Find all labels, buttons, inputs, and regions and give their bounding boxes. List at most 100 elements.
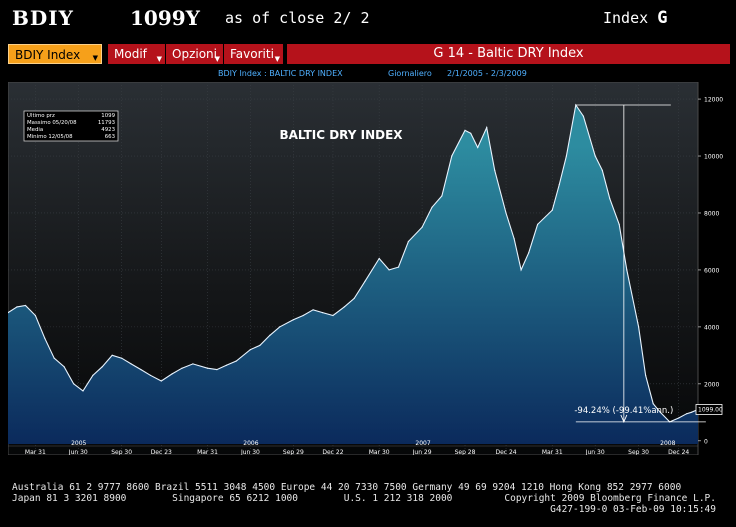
- x-tick-label: Mar 31: [542, 449, 563, 455]
- as-of-date: as of close 2/ 2: [225, 9, 370, 27]
- subtitle-range: 2/1/2005 - 2/3/2009: [447, 69, 527, 78]
- data-point: [353, 297, 355, 299]
- ticker-symbol: BDIY: [12, 6, 74, 30]
- data-point: [249, 349, 251, 351]
- y-tick-label: 8000: [704, 210, 719, 217]
- data-point: [378, 257, 380, 260]
- data-point: [626, 269, 628, 271]
- subtitle-security: BDIY Index : BALTIC DRY INDEX: [218, 69, 343, 78]
- chevron-down-icon: ▼: [156, 55, 162, 63]
- index-key: G: [657, 8, 668, 28]
- data-point: [652, 403, 654, 405]
- stats-label: Media: [27, 127, 43, 133]
- data-point: [645, 374, 647, 376]
- data-point: [332, 314, 334, 317]
- data-point: [397, 266, 400, 268]
- data-point: [343, 306, 345, 308]
- data-point: [53, 357, 55, 359]
- data-point: [121, 357, 123, 359]
- data-point: [63, 366, 65, 368]
- x-tick-label: Dec 23: [151, 449, 172, 455]
- data-point: [44, 337, 46, 339]
- last-price-tag: 1099.00: [695, 404, 723, 415]
- data-point: [364, 280, 366, 282]
- x-tick-label: Sep 30: [111, 449, 132, 455]
- data-point: [140, 369, 142, 371]
- footer-contacts-line1: Australia 61 2 9777 8600 Brazil 5511 304…: [12, 482, 682, 493]
- data-point: [601, 169, 603, 171]
- data-point: [171, 373, 173, 375]
- data-point: [565, 155, 568, 157]
- data-point: [609, 198, 611, 200]
- data-point: [82, 390, 84, 392]
- data-point: [494, 169, 496, 171]
- stats-label: Ultimo prz: [27, 113, 55, 119]
- x-tick-label: Jun 30: [585, 449, 605, 455]
- y-tick-label: 6000: [704, 267, 719, 274]
- graph-title: G 14 - Baltic DRY Index: [287, 44, 730, 64]
- menu-opzioni[interactable]: Opzioni ▼: [166, 44, 224, 64]
- data-point: [451, 155, 453, 157]
- data-point: [322, 312, 324, 314]
- toolbar: BDIY Index ▼ Modif ▼ Opzioni ▼ Favoriti …: [0, 44, 736, 66]
- stats-box: Ultimo prz 1099 Massimo 05/20/08 11793 M…: [23, 110, 119, 142]
- x-tick-label: Jun 29: [412, 449, 432, 455]
- stats-value: 11793: [98, 120, 115, 126]
- data-point: [551, 209, 553, 211]
- data-point: [92, 374, 94, 376]
- x-tick-label: Sep 28: [455, 449, 476, 455]
- subtitle-frequency: Giornaliero: [388, 69, 432, 78]
- data-point: [16, 306, 18, 308]
- x-tick-label: Mar 31: [25, 449, 46, 455]
- footer-copyright: Copyright 2009 Bloomberg Finance L.P.: [504, 493, 716, 504]
- chart-area: 0 2000 4000 6000 8000 10000 12000 Mar 31 Jun 30…: [7, 81, 730, 456]
- y-tick-label: 12000: [704, 97, 723, 104]
- data-point: [181, 367, 183, 369]
- menu-favoriti[interactable]: Favoriti ▼: [224, 44, 284, 64]
- data-point: [505, 212, 507, 214]
- data-point: [312, 309, 314, 311]
- y-tick-label: 0: [704, 438, 708, 445]
- data-point: [388, 269, 390, 271]
- x-tick-label: Jun 30: [68, 449, 88, 455]
- data-point: [269, 334, 271, 336]
- x-tick-label: Mar 30: [369, 449, 390, 455]
- index-label: Index G: [603, 8, 668, 28]
- data-point: [259, 344, 261, 346]
- data-point: [130, 363, 132, 365]
- last-price: 1099Y: [130, 6, 200, 30]
- chevron-down-icon: ▼: [274, 55, 280, 63]
- y-tick-label: 2000: [704, 381, 719, 388]
- data-point: [464, 129, 466, 131]
- data-point: [235, 360, 237, 362]
- data-point: [292, 319, 294, 321]
- data-point: [407, 240, 409, 243]
- data-point: [160, 380, 162, 382]
- x-tick-label: Sep 30: [628, 449, 649, 455]
- stats-label: Minimo 12/05/08: [27, 134, 73, 140]
- chart-svg: 0 2000 4000 6000 8000 10000 12000 Mar 31 Jun 30…: [7, 81, 723, 456]
- data-point: [690, 411, 693, 413]
- security-button[interactable]: BDIY Index ▼: [8, 44, 102, 64]
- x-tick-label: Sep 29: [283, 449, 304, 455]
- chevron-down-icon: ▼: [92, 54, 98, 62]
- data-point: [618, 223, 620, 225]
- data-point: [594, 155, 596, 157]
- chart-title: BALTIC DRY INDEX: [279, 128, 403, 142]
- data-point: [24, 304, 27, 307]
- data-point: [225, 364, 227, 366]
- footer-contacts-line2: Japan 81 3 3201 8900 Singapore 65 6212 1…: [12, 493, 453, 504]
- data-point: [513, 238, 515, 240]
- data-point: [537, 223, 539, 225]
- stats-value: 663: [105, 134, 115, 140]
- data-point: [686, 413, 688, 415]
- y-tick-label: 10000: [704, 154, 723, 161]
- menu-modif[interactable]: Modif ▼: [108, 44, 166, 64]
- data-point: [470, 132, 472, 134]
- data-point: [528, 252, 530, 254]
- data-point: [486, 127, 488, 129]
- data-point: [441, 195, 443, 197]
- x-tick-label: Jun 30: [240, 449, 260, 455]
- stats-label: Massimo 05/20/08: [27, 120, 77, 126]
- stats-value: 4923: [101, 127, 115, 133]
